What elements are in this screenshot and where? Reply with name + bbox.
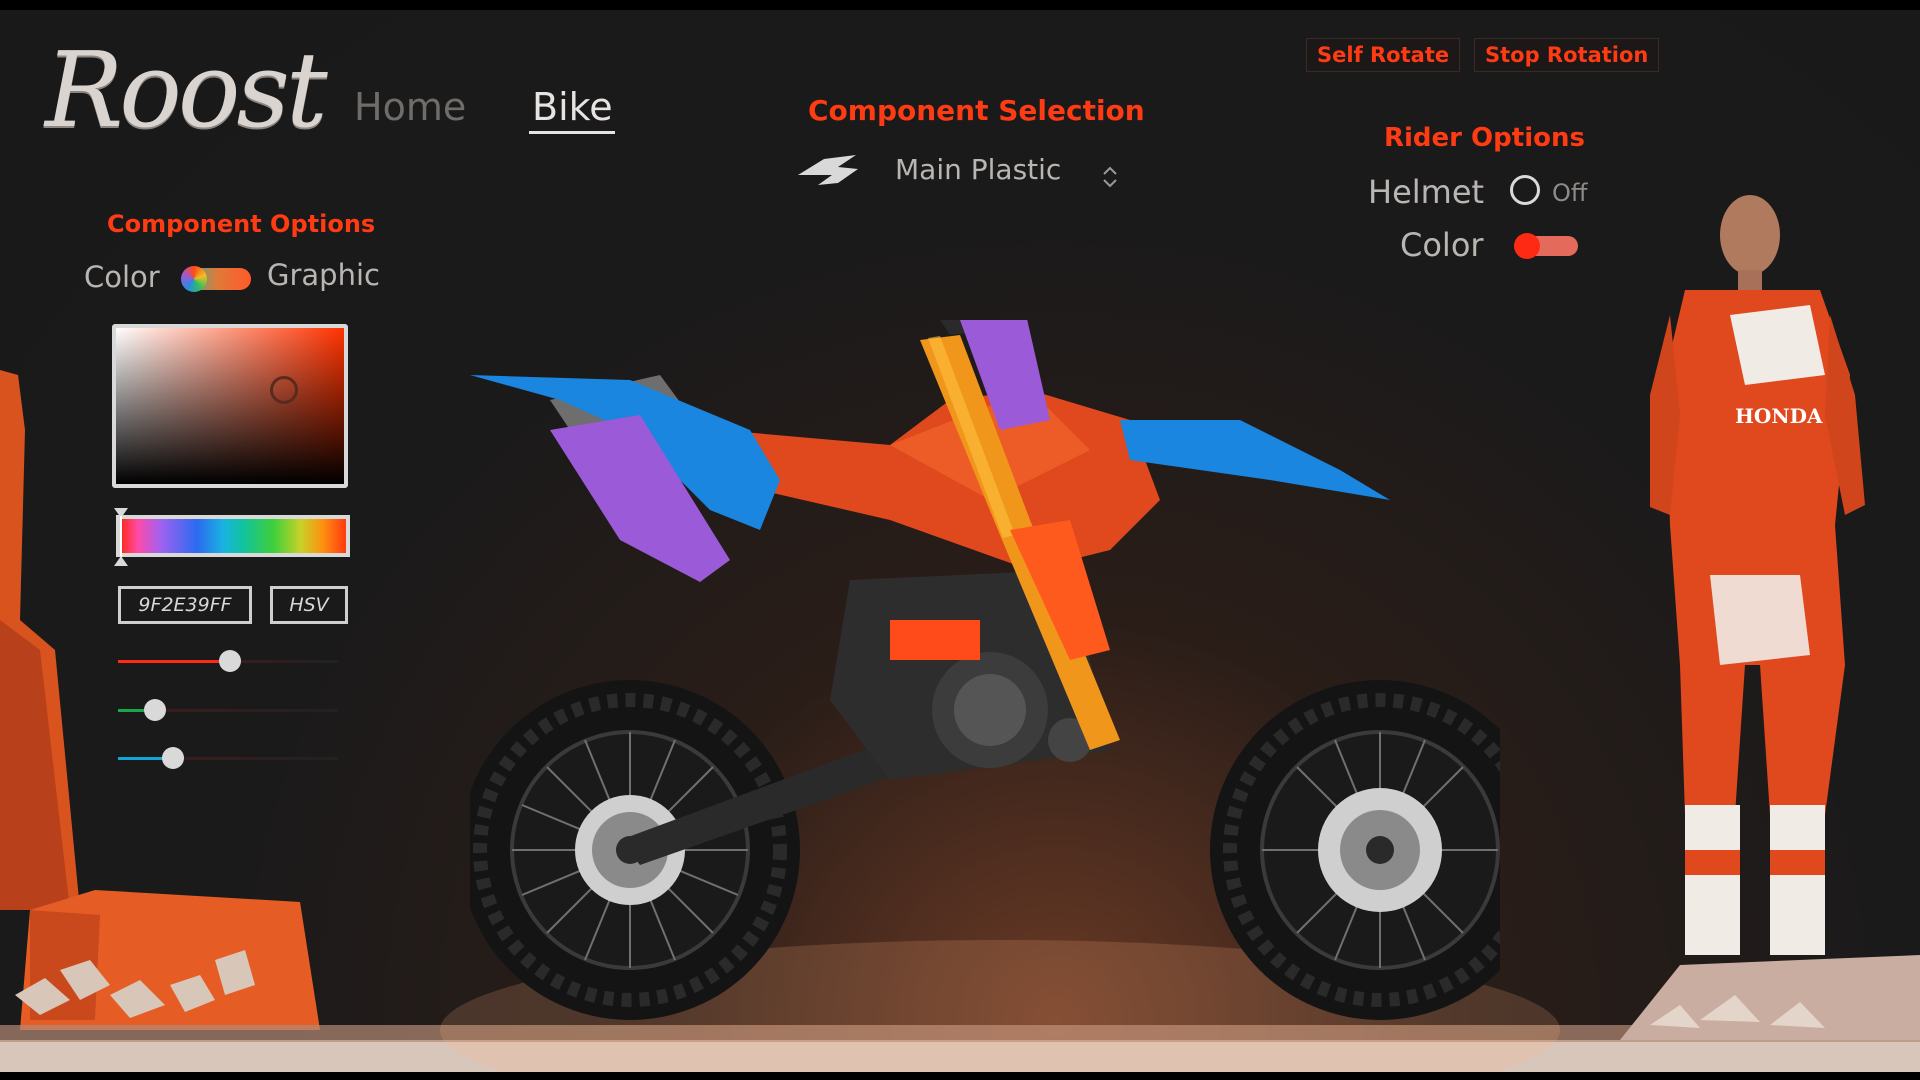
- rider-pants: [1670, 525, 1845, 815]
- updown-chevron-icon[interactable]: [1101, 164, 1119, 190]
- helmet-label: Helmet: [1368, 173, 1485, 211]
- fuel-tank: [720, 390, 1160, 570]
- rider-model: HONDA: [1650, 195, 1865, 955]
- rider-options-title: Rider Options: [1384, 123, 1585, 153]
- color-mode-label: Color: [84, 260, 160, 294]
- slider-track-blue[interactable]: [118, 757, 338, 760]
- helmet-toggle-radio[interactable]: [1510, 175, 1540, 205]
- color-picker-cursor[interactable]: [270, 376, 298, 404]
- hex-color-field[interactable]: 9F2E39FF: [118, 586, 252, 624]
- nav-home[interactable]: Home: [354, 85, 466, 129]
- rider-color-toggle[interactable]: [1514, 233, 1578, 259]
- dirt-bike-model: [470, 320, 1500, 1020]
- game-scene: HONDA Roost Home Bike Self Rotate Stop R…: [0, 10, 1920, 1072]
- rider-color-label: Color: [1400, 226, 1484, 264]
- arrow-left-icon[interactable]: [798, 153, 860, 187]
- rider-color-toggle-knob: [1514, 233, 1540, 259]
- rider-jersey-logo: HONDA: [1735, 404, 1823, 428]
- component-select-value[interactable]: Main Plastic: [895, 153, 1061, 186]
- nav-bike[interactable]: Bike: [532, 85, 613, 129]
- front-wheel: [1210, 680, 1500, 1020]
- helmet-state-label: Off: [1552, 179, 1588, 207]
- app-logo: Roost: [45, 29, 328, 151]
- component-selection-title: Component Selection: [808, 94, 1145, 127]
- color-graphic-toggle-knob: [181, 266, 207, 292]
- component-options-title: Component Options: [107, 210, 376, 238]
- slider-knob-blue[interactable]: [162, 747, 184, 769]
- self-rotate-button[interactable]: Self Rotate: [1306, 38, 1461, 72]
- rider-boot-left: [1685, 805, 1740, 955]
- rider-boot-right: [1770, 805, 1825, 955]
- hsv-mode-button[interactable]: HSV: [270, 586, 348, 624]
- graphic-mode-label: Graphic: [267, 258, 380, 292]
- nav-active-underline: [529, 131, 615, 134]
- front-fender: [1120, 420, 1390, 500]
- stop-rotation-button[interactable]: Stop Rotation: [1474, 38, 1660, 72]
- color-picker-area[interactable]: [112, 324, 348, 488]
- color-graphic-toggle[interactable]: [181, 266, 251, 292]
- rider-head: [1720, 195, 1780, 275]
- hue-slider[interactable]: [116, 515, 350, 557]
- hue-slider-handle[interactable]: [114, 508, 128, 566]
